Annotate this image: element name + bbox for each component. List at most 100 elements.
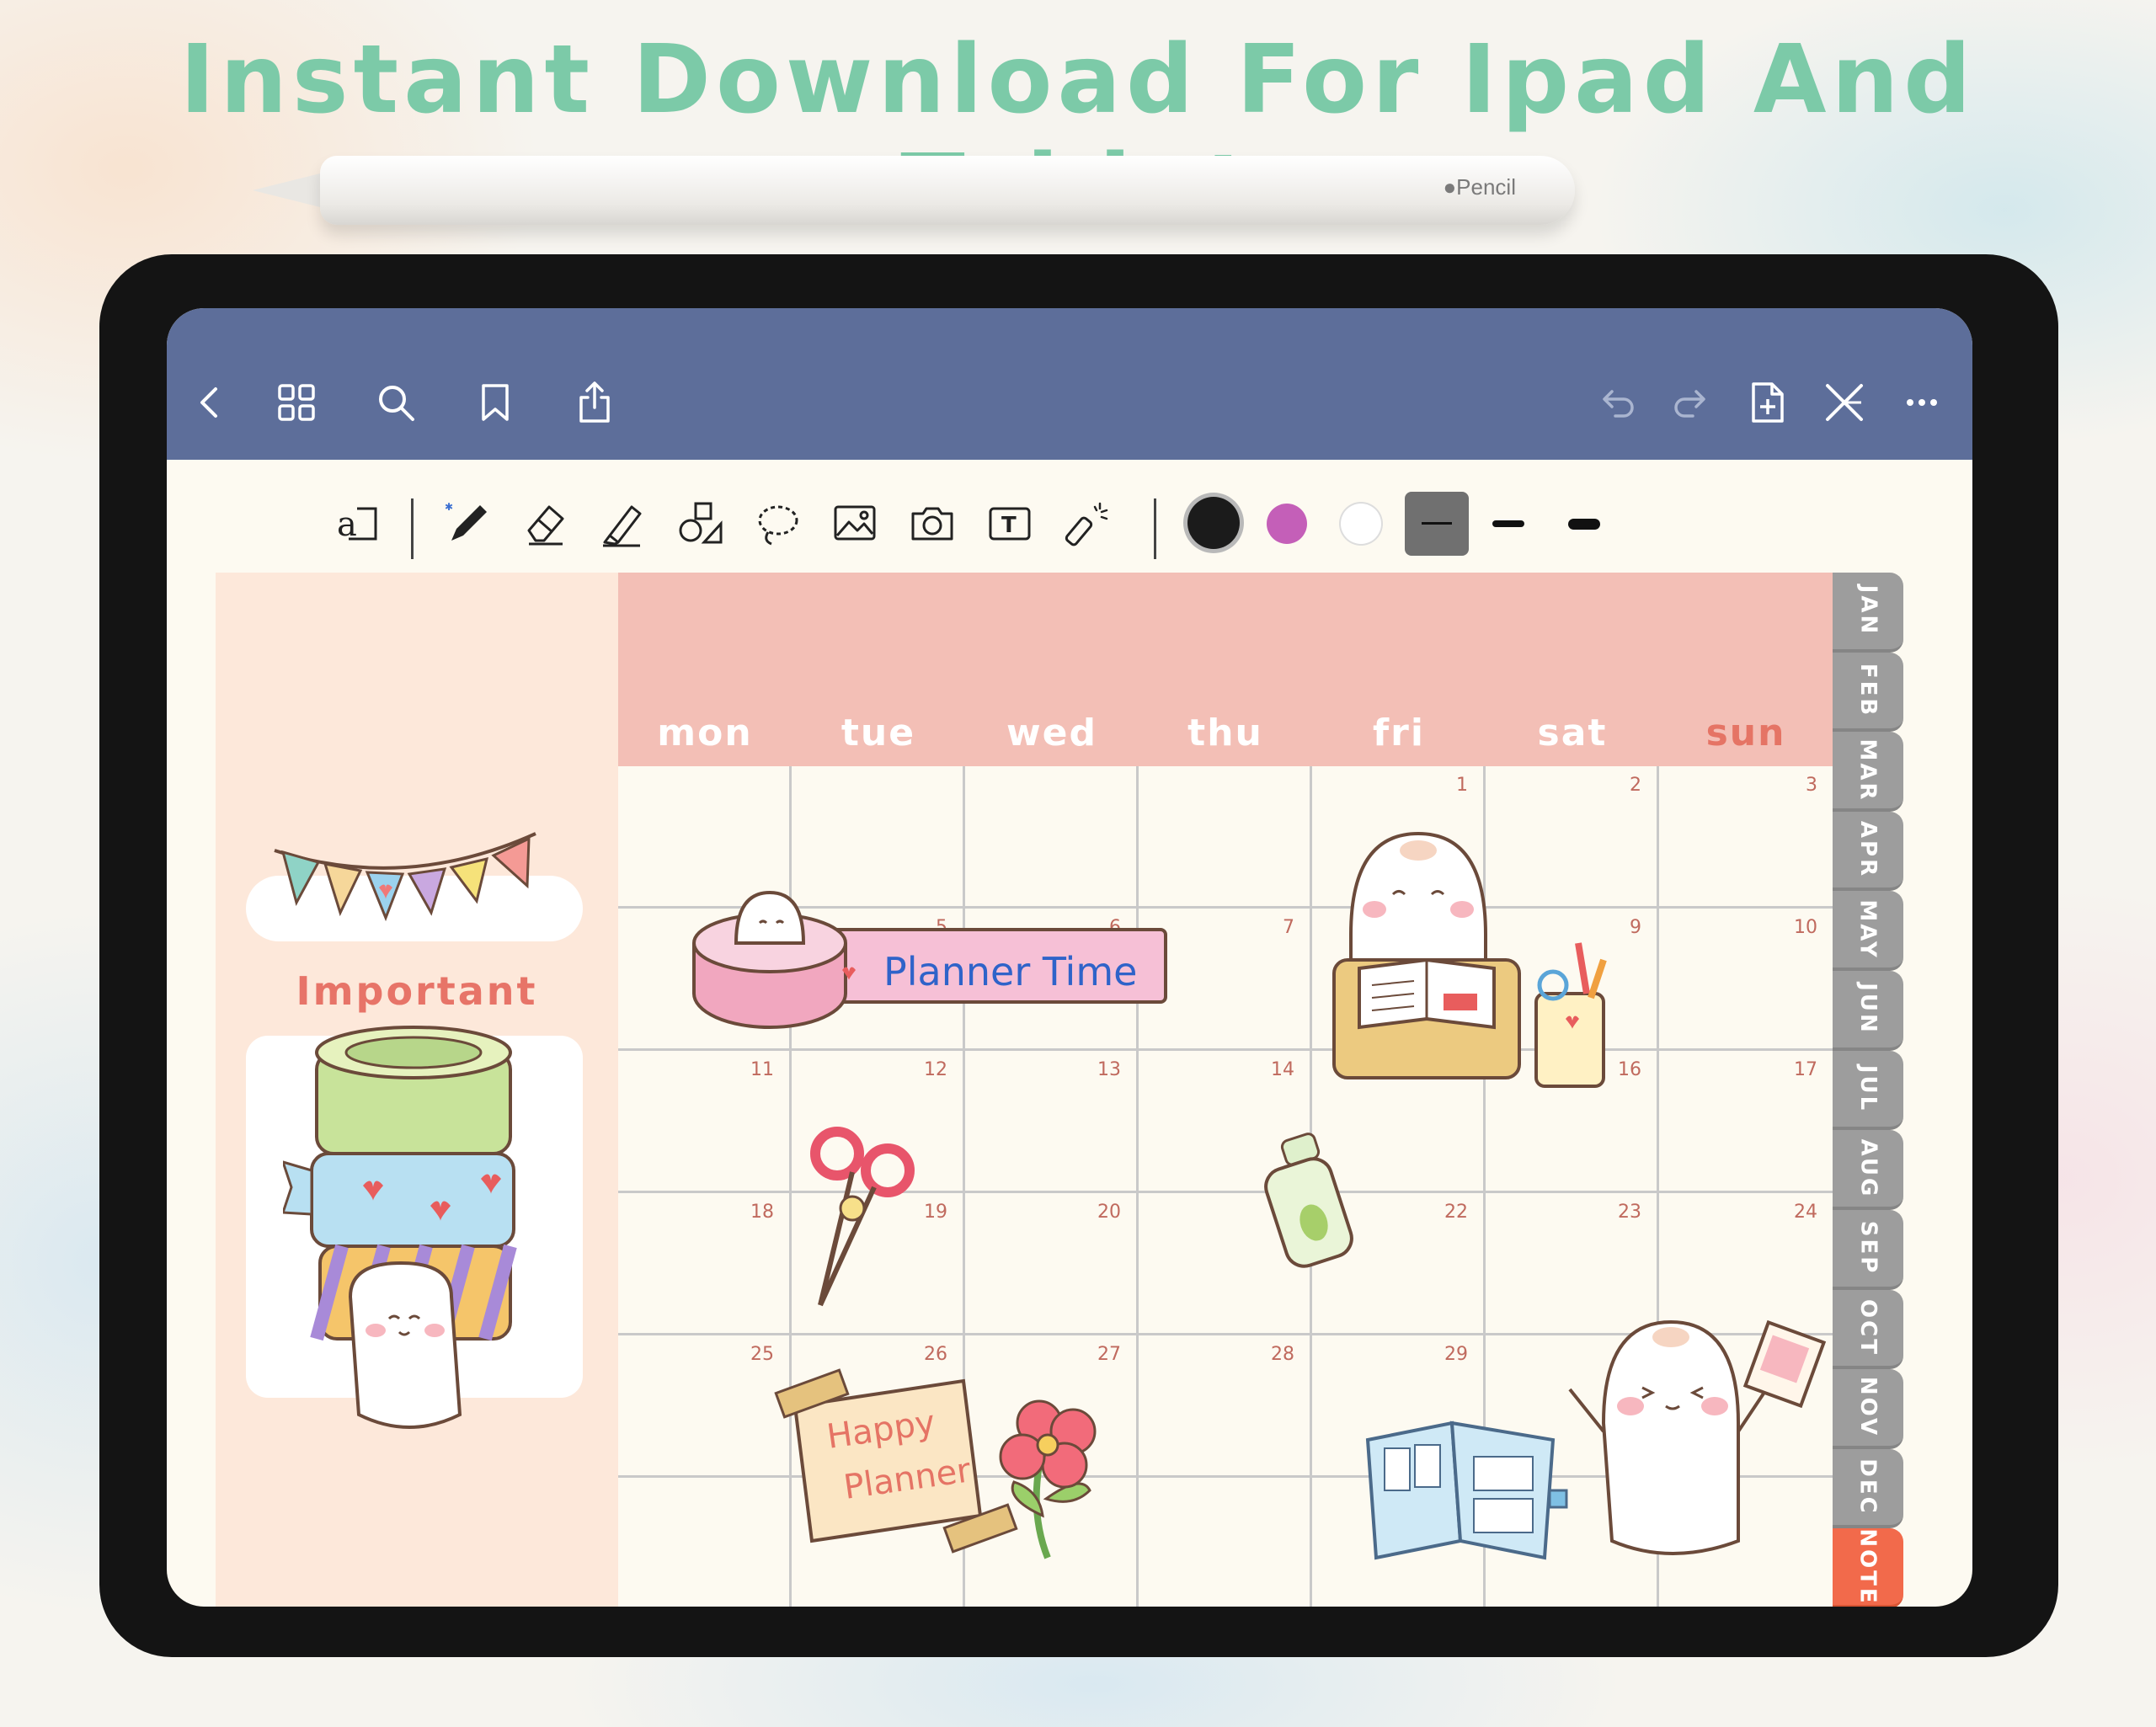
month-tab-label: FEB: [1855, 663, 1881, 718]
calendar-day-number: 12: [924, 1059, 947, 1080]
calendar-month: mon tue wed thu fri sat sun 1 2 3 5 6 7 9 10 11 1…: [618, 573, 1833, 1607]
month-tab-label: JAN: [1855, 585, 1881, 637]
calendar-day-cell[interactable]: 18: [618, 1193, 792, 1335]
apple-logo-icon: ●: [1443, 174, 1457, 200]
month-tab-label: NOTE: [1855, 1527, 1881, 1606]
color-swatch-black[interactable]: [1187, 497, 1240, 549]
more-icon[interactable]: [1895, 376, 1949, 429]
month-tab-label: AUG: [1855, 1138, 1881, 1198]
month-tab-label: JUL: [1854, 1064, 1881, 1113]
scissors-sticker: [810, 1127, 915, 1307]
search-icon[interactable]: [369, 376, 423, 429]
month-tab-jul[interactable]: JUL: [1833, 1050, 1903, 1131]
calendar-day-number: 17: [1794, 1059, 1817, 1080]
add-page-icon[interactable]: [1740, 376, 1794, 429]
month-tab-jun[interactable]: JUN: [1833, 971, 1903, 1051]
calendar-day-cell[interactable]: 17: [1659, 1051, 1833, 1193]
calendar-day-cell[interactable]: 3: [1659, 766, 1833, 909]
svg-text:✱: ✱: [445, 501, 453, 513]
weekday-sun: sun: [1705, 712, 1786, 754]
pencil-tip: [253, 173, 320, 207]
grid-icon[interactable]: [270, 376, 323, 429]
weekday-mon: mon: [657, 712, 753, 754]
read-only-icon[interactable]: a: [327, 493, 386, 552]
month-tabs: JAN FEB MAR APR MAY JUN JUL AUG SEP OCT NOV DEC NOTE: [1833, 573, 1905, 1607]
calendar-day-number: 11: [750, 1059, 774, 1080]
month-tab-feb[interactable]: FEB: [1833, 652, 1903, 733]
calendar-day-number: 23: [1618, 1202, 1641, 1223]
calendar-day-number: 19: [924, 1202, 947, 1223]
weekday-thu: thu: [1187, 712, 1263, 754]
month-tab-label: SEP: [1854, 1220, 1881, 1276]
close-toolbar-icon[interactable]: [1817, 376, 1871, 429]
month-tab-label: MAR: [1854, 738, 1881, 802]
bookmark-icon[interactable]: [468, 376, 522, 429]
stroke-width-thick[interactable]: [1568, 519, 1600, 530]
calendar-day-number: 28: [1271, 1344, 1294, 1365]
eraser-icon[interactable]: [515, 493, 574, 552]
month-tab-note[interactable]: NOTE: [1833, 1528, 1903, 1607]
calendar-day-cell[interactable]: 13: [965, 1051, 1139, 1193]
open-planner-book-sticker: [1365, 1421, 1568, 1560]
weekday-tue: tue: [841, 712, 916, 754]
calendar-day-cell[interactable]: 28: [1139, 1335, 1312, 1478]
month-tab-label: APR: [1854, 821, 1881, 879]
month-tab-label: MAY: [1855, 899, 1881, 960]
shapes-icon[interactable]: [670, 493, 729, 552]
month-tab-dec[interactable]: DEC: [1833, 1448, 1903, 1529]
month-tab-label: NOV: [1854, 1377, 1881, 1438]
left-sidebar-panel: Important: [216, 573, 618, 1607]
toolbar-separator: [411, 498, 414, 559]
lasso-icon[interactable]: [748, 493, 807, 552]
laser-pointer-icon[interactable]: [1058, 493, 1117, 552]
calendar-day-cell[interactable]: [1139, 1478, 1312, 1607]
highlighter-icon[interactable]: [593, 493, 652, 552]
calendar-day-number: 22: [1444, 1202, 1468, 1223]
pen-icon[interactable]: ✱: [438, 493, 497, 552]
month-tab-oct[interactable]: OCT: [1833, 1289, 1903, 1370]
color-swatch-white[interactable]: [1341, 504, 1381, 544]
image-icon[interactable]: [825, 493, 884, 552]
camera-icon[interactable]: [903, 493, 962, 552]
redo-icon[interactable]: [1664, 376, 1718, 429]
calendar-day-number: 18: [750, 1202, 774, 1223]
share-icon[interactable]: [568, 376, 622, 429]
calendar-day-cell[interactable]: 10: [1659, 909, 1833, 1051]
month-tab-nov[interactable]: NOV: [1833, 1369, 1903, 1449]
planner-time-label: Planner Time: [883, 949, 1137, 994]
month-tab-aug[interactable]: AUG: [1833, 1130, 1903, 1210]
month-tab-may[interactable]: MAY: [1833, 891, 1903, 972]
pencil-body: ●Pencil: [320, 156, 1575, 225]
calendar-day-cell[interactable]: 20: [965, 1193, 1139, 1335]
color-swatch-purple[interactable]: [1267, 504, 1307, 544]
ghost-holding-photo-sticker: [1568, 1319, 1827, 1555]
ipad-frame: a ✱ T Important mon tue wed thu fri sat …: [99, 254, 2058, 1657]
month-tab-mar[interactable]: MAR: [1833, 732, 1903, 812]
stroke-width-thin[interactable]: [1405, 492, 1469, 556]
weekday-fri: fri: [1373, 712, 1425, 754]
calendar-day-number: 14: [1271, 1059, 1294, 1080]
important-heading: Important: [296, 968, 538, 1014]
pencil-label-text: Pencil: [1456, 174, 1516, 200]
drawing-toolbar: a ✱ T: [167, 460, 1972, 578]
calendar-day-number: 3: [1806, 775, 1817, 796]
planner-page: Important mon tue wed thu fri sat sun 1 …: [216, 573, 1903, 1607]
happy-planner-sign-sticker: Happy Planner: [774, 1368, 1097, 1559]
back-chevron-icon[interactable]: [184, 376, 237, 429]
undo-icon[interactable]: [1590, 376, 1644, 429]
app-top-bar: [167, 308, 1972, 460]
month-tab-sep[interactable]: SEP: [1833, 1209, 1903, 1290]
month-tab-jan[interactable]: JAN: [1833, 573, 1903, 653]
calendar-day-number: 7: [1283, 917, 1294, 938]
text-icon[interactable]: T: [980, 493, 1039, 552]
ipad-screen: a ✱ T Important mon tue wed thu fri sat …: [167, 308, 1972, 1607]
month-tab-apr[interactable]: APR: [1833, 811, 1903, 892]
calendar-day-number: 2: [1630, 775, 1641, 796]
stroke-width-medium[interactable]: [1492, 520, 1524, 527]
calendar-day-number: 29: [1444, 1344, 1468, 1365]
calendar-day-number: 10: [1794, 917, 1817, 938]
washi-tape-stack-sticker: [283, 1026, 517, 1429]
calendar-day-number: 1: [1456, 775, 1468, 796]
calendar-day-cell[interactable]: 11: [618, 1051, 792, 1193]
calendar-day-number: 24: [1794, 1202, 1817, 1223]
